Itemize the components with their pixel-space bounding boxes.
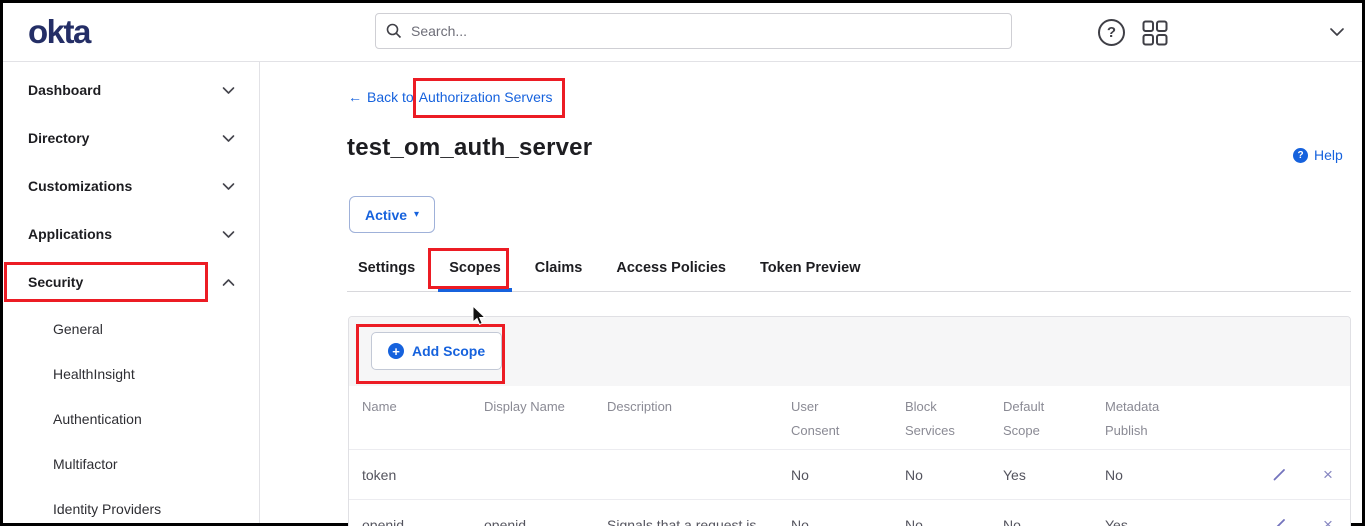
okta-logo: okta: [28, 13, 90, 51]
column-header-metadata-publish: Metadata Publish: [1105, 395, 1272, 443]
column-header-user-consent: User Consent: [791, 395, 905, 443]
column-header-display-name: Display Name: [484, 395, 607, 443]
back-to-authorization-servers-link[interactable]: ← Back to Authorization Servers: [348, 89, 553, 105]
help-link[interactable]: ? Help: [1293, 147, 1343, 163]
chevron-up-icon: [222, 278, 235, 287]
sidebar-item-customizations[interactable]: Customizations: [3, 162, 259, 210]
column-header-name: Name: [362, 395, 484, 443]
sidebar-item-dashboard[interactable]: Dashboard: [3, 66, 259, 114]
sidebar-item-label: Security: [28, 274, 83, 290]
sidebar-item-label: Dashboard: [28, 82, 101, 98]
edit-icon[interactable]: [1272, 517, 1287, 526]
cell-name: token: [362, 467, 484, 483]
row-actions: ×: [1272, 516, 1351, 526]
caret-down-icon: ▾: [414, 209, 419, 220]
plus-icon: +: [388, 343, 404, 359]
chevron-down-icon: [222, 230, 235, 239]
status-dropdown-button[interactable]: Active ▾: [349, 196, 435, 233]
topbar: okta ?: [3, 3, 1362, 62]
sidebar-item-directory[interactable]: Directory: [3, 114, 259, 162]
sidebar-item-security[interactable]: Security: [3, 258, 259, 306]
back-arrow-icon: ←: [348, 89, 362, 105]
cell-default-scope: No: [1003, 517, 1105, 526]
sidebar-item-healthinsight[interactable]: HealthInsight: [3, 351, 259, 396]
okta-admin-window: okta ? Dashboard Directory: [0, 0, 1365, 526]
search-icon: [386, 23, 402, 39]
sidebar-item-label: Directory: [28, 130, 89, 146]
cell-display-name: openid: [484, 517, 607, 526]
sidebar-item-applications[interactable]: Applications: [3, 210, 259, 258]
auth-server-tabs: Settings Scopes Claims Access Policies T…: [347, 253, 1351, 292]
help-link-label: Help: [1314, 147, 1343, 163]
tab-token-preview[interactable]: Token Preview: [749, 253, 871, 291]
scopes-toolbar: + Add Scope: [349, 317, 1350, 386]
sidebar-item-identity-providers[interactable]: Identity Providers: [3, 486, 259, 526]
chevron-down-icon: [222, 86, 235, 95]
chevron-down-icon: [222, 134, 235, 143]
global-search[interactable]: [375, 13, 1012, 49]
back-link-prefix: Back to: [367, 89, 414, 105]
column-header-actions: [1272, 395, 1350, 443]
sidebar-item-authentication[interactable]: Authentication: [3, 396, 259, 441]
cell-metadata-publish: No: [1105, 467, 1272, 483]
delete-icon[interactable]: ×: [1323, 516, 1333, 526]
account-chevron-down-icon[interactable]: [1329, 26, 1345, 38]
cell-block-services: No: [905, 517, 1003, 526]
add-scope-label: Add Scope: [412, 343, 485, 359]
tab-scopes[interactable]: Scopes: [438, 253, 512, 291]
status-label: Active: [365, 207, 407, 223]
scopes-panel: + Add Scope Name Display Name Descriptio…: [348, 316, 1351, 526]
back-link-target: Authorization Servers: [419, 89, 553, 105]
help-icon[interactable]: ?: [1098, 19, 1125, 46]
search-input[interactable]: [411, 23, 1011, 39]
column-header-block-services: Block Services: [905, 395, 1003, 443]
tab-settings[interactable]: Settings: [347, 253, 426, 291]
sidebar-nav: Dashboard Directory Customizations Appli…: [3, 62, 260, 523]
cell-default-scope: Yes: [1003, 467, 1105, 483]
sidebar-item-multifactor[interactable]: Multifactor: [3, 441, 259, 486]
cell-user-consent: No: [791, 467, 905, 483]
tab-claims[interactable]: Claims: [524, 253, 594, 291]
sidebar-item-label: Customizations: [28, 178, 132, 194]
edit-icon[interactable]: [1272, 467, 1287, 482]
column-header-description: Description: [607, 395, 791, 443]
cell-name: openid: [362, 517, 484, 526]
page-title: test_om_auth_server: [347, 134, 592, 162]
row-actions: ×: [1272, 466, 1351, 483]
apps-grid-icon[interactable]: [1142, 20, 1168, 46]
table-row-openid: openid openid Signals that a request is …: [349, 500, 1350, 526]
add-scope-button[interactable]: + Add Scope: [371, 332, 502, 370]
cell-user-consent: No: [791, 517, 905, 526]
cell-block-services: No: [905, 467, 1003, 483]
table-row-token: token No No Yes No ×: [349, 450, 1350, 500]
tab-access-policies[interactable]: Access Policies: [605, 253, 737, 291]
sidebar-item-general[interactable]: General: [3, 306, 259, 351]
cell-description: Signals that a request is: [607, 517, 791, 526]
cell-metadata-publish: Yes: [1105, 517, 1272, 526]
column-header-default-scope: Default Scope: [1003, 395, 1105, 443]
chevron-down-icon: [222, 182, 235, 191]
sidebar-item-label: Applications: [28, 226, 112, 242]
scopes-table-header: Name Display Name Description User Conse…: [349, 386, 1350, 450]
help-badge-icon: ?: [1293, 148, 1308, 163]
delete-icon[interactable]: ×: [1323, 466, 1333, 483]
